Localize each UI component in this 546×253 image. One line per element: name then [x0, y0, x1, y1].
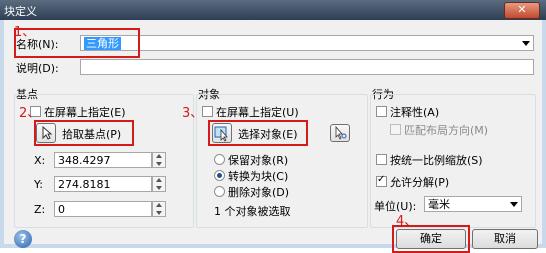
- annotation-step-4: 4、: [396, 214, 418, 229]
- help-button[interactable]: ?: [14, 230, 32, 248]
- match-orientation-checkbox[interactable]: [390, 124, 401, 135]
- x-value: 348.4297: [58, 154, 111, 167]
- retain-objects-label: 保留对象(R): [228, 154, 289, 167]
- annotation-step-3: 3、: [182, 106, 204, 121]
- scale-uniformly-label: 按统一比例缩放(S): [390, 154, 483, 167]
- base-point-specify-label: 在屏幕上指定(E): [44, 106, 126, 119]
- z-coordinate-field[interactable]: 0: [54, 201, 152, 217]
- convert-to-block-radio[interactable]: [214, 170, 225, 181]
- chevron-down-icon[interactable]: [522, 41, 530, 46]
- allow-exploding-checkbox[interactable]: [376, 174, 387, 187]
- block-definition-dialog: 块定义 ✕ 名称(N): 三角形 说明(D): 基点 在屏幕上指定(E) 拾取基…: [0, 0, 546, 253]
- units-dropdown[interactable]: 毫米: [424, 196, 522, 212]
- objects-specify-label: 在屏幕上指定(U): [216, 106, 299, 119]
- quick-select-icon: [335, 125, 347, 140]
- cancel-button[interactable]: 取消: [472, 229, 538, 249]
- description-label: 说明(D):: [16, 62, 59, 75]
- title-bar[interactable]: 块定义 ✕: [0, 0, 546, 20]
- allow-exploding-label: 允许分解(P): [390, 176, 450, 189]
- annotation-box-pick-point: [34, 120, 134, 146]
- convert-to-block-label: 转换为块(C): [228, 170, 289, 183]
- objects-specify-checkbox[interactable]: [202, 106, 213, 117]
- y-value: 274.8181: [58, 178, 111, 191]
- name-combobox[interactable]: 三角形: [80, 35, 534, 51]
- dialog-title: 块定义: [4, 5, 37, 18]
- close-button[interactable]: ✕: [504, 2, 540, 19]
- z-label: Z:: [34, 203, 46, 216]
- scale-uniformly-checkbox[interactable]: [376, 154, 387, 165]
- dialog-body: 名称(N): 三角形 说明(D): 基点 在屏幕上指定(E) 拾取基点(P) X…: [4, 20, 542, 253]
- x-spinner[interactable]: [152, 152, 166, 168]
- delete-objects-radio[interactable]: [214, 186, 225, 197]
- description-field[interactable]: [80, 59, 534, 75]
- units-value: 毫米: [428, 198, 450, 211]
- match-orientation-label: 匹配布局方向(M): [404, 124, 489, 137]
- annotative-checkbox[interactable]: [376, 106, 387, 117]
- chevron-down-icon[interactable]: [510, 202, 518, 207]
- x-coordinate-field[interactable]: 348.4297: [54, 152, 152, 168]
- y-coordinate-field[interactable]: 274.8181: [54, 176, 152, 192]
- y-spinner[interactable]: [152, 176, 166, 192]
- quick-select-button[interactable]: [330, 124, 350, 142]
- z-spinner[interactable]: [152, 201, 166, 217]
- x-label: X:: [34, 154, 46, 167]
- annotation-step-1: 1、: [14, 25, 36, 40]
- annotative-label: 注释性(A): [390, 106, 440, 119]
- y-label: Y:: [34, 178, 43, 191]
- z-value: 0: [58, 203, 65, 216]
- objects-selected-status: 1 个对象被选取: [214, 205, 291, 218]
- annotation-box-select-objects: [208, 120, 308, 146]
- annotation-step-2: 2、: [19, 106, 41, 121]
- delete-objects-label: 删除对象(D): [228, 186, 290, 199]
- retain-objects-radio[interactable]: [214, 154, 225, 165]
- annotation-box-ok: [392, 225, 470, 253]
